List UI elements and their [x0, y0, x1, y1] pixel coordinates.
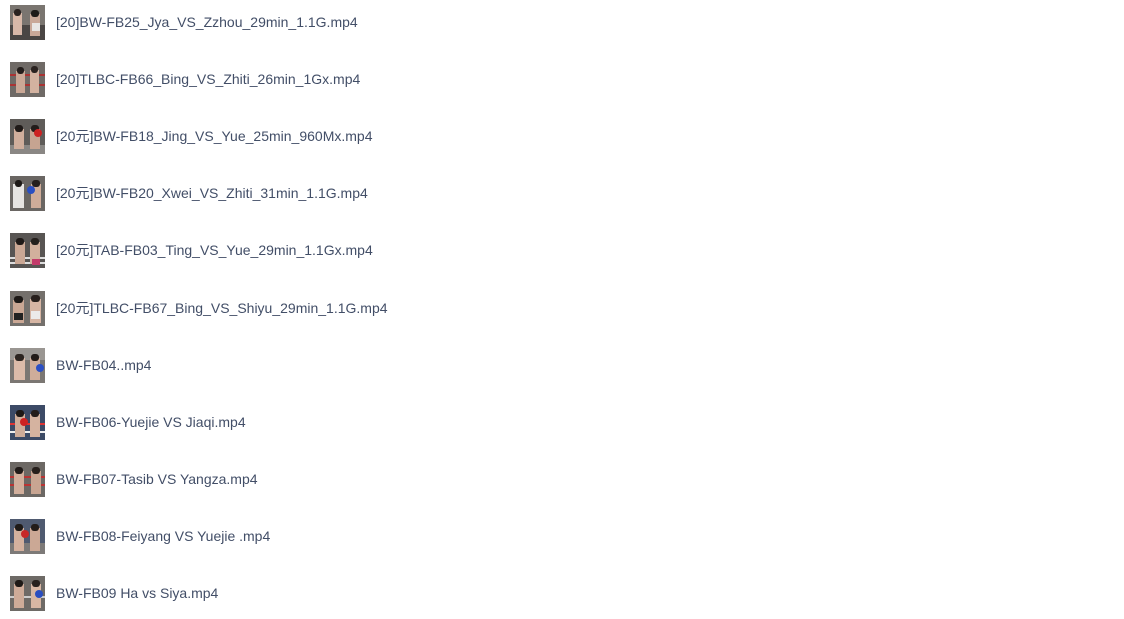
video-thumbnail[interactable] — [10, 62, 45, 97]
video-thumbnail[interactable] — [10, 5, 45, 40]
file-row[interactable]: BW-FB06-Yuejie VS Jiaqi.mp4 — [0, 402, 600, 442]
file-list: [20]BW-FB25_Jya_VS_Zzhou_29min_1.1G.mp4 … — [0, 0, 1124, 619]
file-row[interactable]: [20元]TLBC-FB67_Bing_VS_Shiyu_29min_1.1G.… — [0, 288, 600, 328]
file-row[interactable]: BW-FB09 Ha vs Siya.mp4 — [0, 573, 600, 613]
video-thumbnail[interactable] — [10, 519, 45, 554]
file-name[interactable]: BW-FB07-Tasib VS Yangza.mp4 — [56, 471, 258, 488]
file-row[interactable]: [20元]TAB-FB03_Ting_VS_Yue_29min_1.1Gx.mp… — [0, 230, 600, 270]
video-thumbnail[interactable] — [10, 348, 45, 383]
file-name[interactable]: [20]BW-FB25_Jya_VS_Zzhou_29min_1.1G.mp4 — [56, 14, 358, 31]
file-name[interactable]: BW-FB08-Feiyang VS Yuejie .mp4 — [56, 528, 270, 545]
file-row[interactable]: BW-FB04..mp4 — [0, 345, 600, 385]
file-name[interactable]: [20]TLBC-FB66_Bing_VS_Zhiti_26min_1Gx.mp… — [56, 71, 360, 88]
video-thumbnail[interactable] — [10, 405, 45, 440]
file-row[interactable]: [20]TLBC-FB66_Bing_VS_Zhiti_26min_1Gx.mp… — [0, 59, 600, 99]
file-row[interactable]: [20元]BW-FB20_Xwei_VS_Zhiti_31min_1.1G.mp… — [0, 173, 600, 213]
file-name[interactable]: [20元]TAB-FB03_Ting_VS_Yue_29min_1.1Gx.mp… — [56, 242, 373, 259]
file-name[interactable]: [20元]BW-FB18_Jing_VS_Yue_25min_960Mx.mp4 — [56, 128, 372, 145]
file-row[interactable]: [20元]BW-FB18_Jing_VS_Yue_25min_960Mx.mp4 — [0, 116, 600, 156]
file-name[interactable]: [20元]BW-FB20_Xwei_VS_Zhiti_31min_1.1G.mp… — [56, 185, 368, 202]
file-row[interactable]: BW-FB07-Tasib VS Yangza.mp4 — [0, 459, 600, 499]
file-name[interactable]: BW-FB09 Ha vs Siya.mp4 — [56, 585, 218, 602]
video-thumbnail[interactable] — [10, 576, 45, 611]
video-thumbnail[interactable] — [10, 119, 45, 154]
file-row[interactable]: BW-FB08-Feiyang VS Yuejie .mp4 — [0, 516, 600, 556]
file-name[interactable]: BW-FB04..mp4 — [56, 357, 151, 374]
file-name[interactable]: [20元]TLBC-FB67_Bing_VS_Shiyu_29min_1.1G.… — [56, 300, 388, 317]
file-row[interactable]: [20]BW-FB25_Jya_VS_Zzhou_29min_1.1G.mp4 — [0, 2, 600, 42]
video-thumbnail[interactable] — [10, 291, 45, 326]
video-thumbnail[interactable] — [10, 176, 45, 211]
video-thumbnail[interactable] — [10, 462, 45, 497]
file-name[interactable]: BW-FB06-Yuejie VS Jiaqi.mp4 — [56, 414, 246, 431]
video-thumbnail[interactable] — [10, 233, 45, 268]
